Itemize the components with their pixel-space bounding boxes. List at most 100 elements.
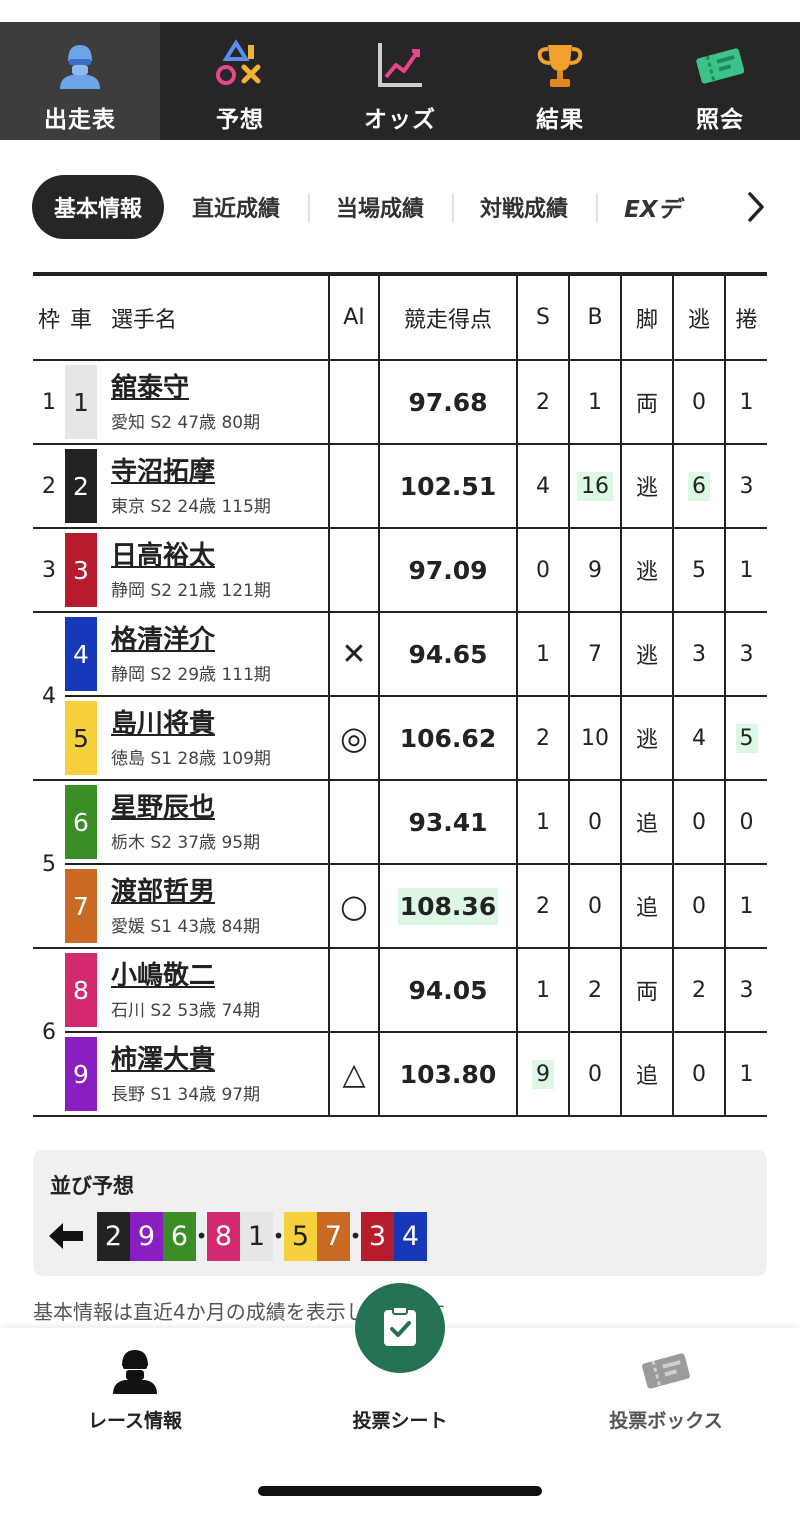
leg-type: 逃	[620, 612, 673, 697]
car-number-badge: 1	[65, 365, 97, 439]
bottom-nav-label: 投票ボックス	[609, 1410, 723, 1432]
header-score: 競走得点	[378, 274, 517, 361]
makuri-count: 3	[724, 444, 767, 529]
subtab-recent-results[interactable]: 直近成績	[164, 175, 308, 239]
makuri-count: 3	[724, 948, 767, 1033]
b-count: 10	[568, 696, 621, 781]
subtab-ex-data[interactable]: EXデ	[596, 175, 688, 239]
leg-type: 逃	[620, 528, 673, 613]
s-count: 0	[516, 528, 569, 613]
player-info: 静岡 S2 29歳 111期	[111, 664, 271, 685]
line-chip: 1	[240, 1211, 273, 1261]
race-score: 103.80	[399, 1059, 497, 1089]
b-count: 9	[568, 528, 621, 613]
player-info: 静岡 S2 21歳 121期	[111, 580, 271, 601]
tab-entry-list[interactable]: 出走表	[0, 22, 160, 140]
tab-inquiry[interactable]: 照会	[640, 22, 800, 140]
makuri-count: 0	[724, 780, 767, 865]
rider-helmet-icon	[113, 1350, 157, 1394]
line-chip: 6	[163, 1211, 196, 1261]
car-number-badge: 8	[65, 953, 97, 1027]
b-count: 0	[568, 780, 621, 865]
nige-count: 2	[672, 948, 725, 1033]
frame-number: 4	[33, 612, 65, 781]
checklist-icon	[384, 1306, 416, 1346]
makuri-count: 3	[724, 612, 767, 697]
player-name-link[interactable]: 小嶋敬二	[111, 960, 328, 992]
line-chip: 3	[361, 1211, 394, 1261]
leg-type: 追	[620, 1032, 673, 1117]
subtab-venue-results[interactable]: 当場成績	[308, 175, 452, 239]
player-name-link[interactable]: 日高裕太	[111, 540, 328, 572]
subtab-head-to-head[interactable]: 対戦成績	[452, 175, 596, 239]
ai-mark-text: ○	[340, 887, 368, 925]
player-name-link[interactable]: 島川将貴	[111, 708, 328, 740]
leg-type: 両	[620, 948, 673, 1033]
nige-count: 0	[672, 360, 725, 445]
tab-odds[interactable]: オッズ	[320, 22, 480, 140]
makuri-count: 1	[724, 360, 767, 445]
player-info: 石川 S2 53歳 74期	[111, 1000, 261, 1021]
b-count: 1	[568, 360, 621, 445]
ai-mark	[328, 528, 379, 613]
ai-mark	[328, 444, 379, 529]
subtab-basic-info[interactable]: 基本情報	[32, 175, 165, 239]
line-separator: •	[349, 1224, 362, 1248]
header-leg: 脚	[620, 274, 673, 361]
bottom-nav-label: 投票シート	[352, 1410, 448, 1432]
chevron-right-icon[interactable]	[744, 190, 768, 224]
frame-number: 5	[33, 780, 65, 949]
sub-tabs: 基本情報 直近成績 当場成績 対戦成績 EXデ	[32, 175, 772, 239]
nige-count: 0	[672, 1032, 725, 1117]
player-info: 愛知 S2 47歳 80期	[111, 412, 261, 433]
line-chip: 9	[130, 1211, 163, 1261]
player-info: 東京 S2 24歳 115期	[111, 496, 271, 517]
header-s: S	[516, 274, 569, 361]
table-row: 7 渡部哲男 愛媛 S1 43歳 84期 ○ 108.36 2 0 追 0 1	[33, 864, 767, 949]
leg-type: 両	[620, 360, 673, 445]
race-entry-table: 枠 車 選手名 AI 競走得点 S B 脚 逃 捲 1 1 舘泰守愛知 S2 4…	[33, 272, 767, 1117]
player-name-link[interactable]: 渡部哲男	[111, 876, 328, 908]
ticket-icon	[690, 36, 750, 94]
leg-type: 逃	[620, 444, 673, 529]
car-number-badge: 4	[65, 617, 97, 691]
nige-count: 6	[688, 471, 710, 501]
ai-mark	[328, 360, 379, 445]
home-indicator	[258, 1486, 542, 1496]
b-count: 16	[577, 471, 613, 501]
header-b: B	[568, 274, 621, 361]
nige-count: 0	[672, 864, 725, 949]
leg-type: 追	[620, 864, 673, 949]
nige-count: 3	[672, 612, 725, 697]
race-score: 94.65	[408, 639, 488, 669]
line-chip: 5	[284, 1211, 317, 1261]
player-info: 栃木 S2 37歳 95期	[111, 832, 261, 853]
player-name-link[interactable]: 星野辰也	[111, 792, 328, 824]
ai-mark-triangle: △	[330, 1054, 378, 1094]
rider-helmet-icon	[50, 36, 110, 94]
player-name-link[interactable]: 柿澤大貴	[111, 1044, 328, 1076]
tab-results[interactable]: 結果	[480, 22, 640, 140]
tab-prediction[interactable]: 予想	[160, 22, 320, 140]
player-name-link[interactable]: 寺沼拓摩	[111, 456, 328, 488]
bet-sheet-fab[interactable]	[355, 1283, 445, 1373]
makuri-count: 1	[724, 864, 767, 949]
line-separator: •	[272, 1224, 285, 1248]
nige-count: 4	[672, 696, 725, 781]
header-makuri: 捲	[724, 274, 767, 361]
table-row: 3 3 日高裕太 静岡 S2 21歳 121期 97.09 0 9 逃 5 1	[33, 528, 767, 613]
car-number-badge: 3	[65, 533, 97, 607]
player-name-link[interactable]: 格清洋介	[111, 624, 328, 656]
player-name-link[interactable]: 舘泰守	[111, 372, 328, 404]
ai-mark-text: ◎	[340, 719, 368, 757]
makuri-count: 5	[735, 723, 758, 753]
line-chip: 7	[317, 1211, 350, 1261]
trophy-icon	[530, 36, 590, 94]
tab-label: 照会	[696, 107, 744, 133]
line-prediction-panel: 並び予想 2 9 6 • 8 1 • 5 7 • 3 4	[33, 1150, 767, 1276]
race-score: 97.09	[408, 555, 488, 585]
line-prediction-title: 並び予想	[50, 1174, 134, 1198]
table-header-row: 枠 車 選手名 AI 競走得点 S B 脚 逃 捲	[33, 274, 767, 361]
s-count: 2	[516, 864, 569, 949]
car-number-badge: 5	[65, 701, 97, 775]
